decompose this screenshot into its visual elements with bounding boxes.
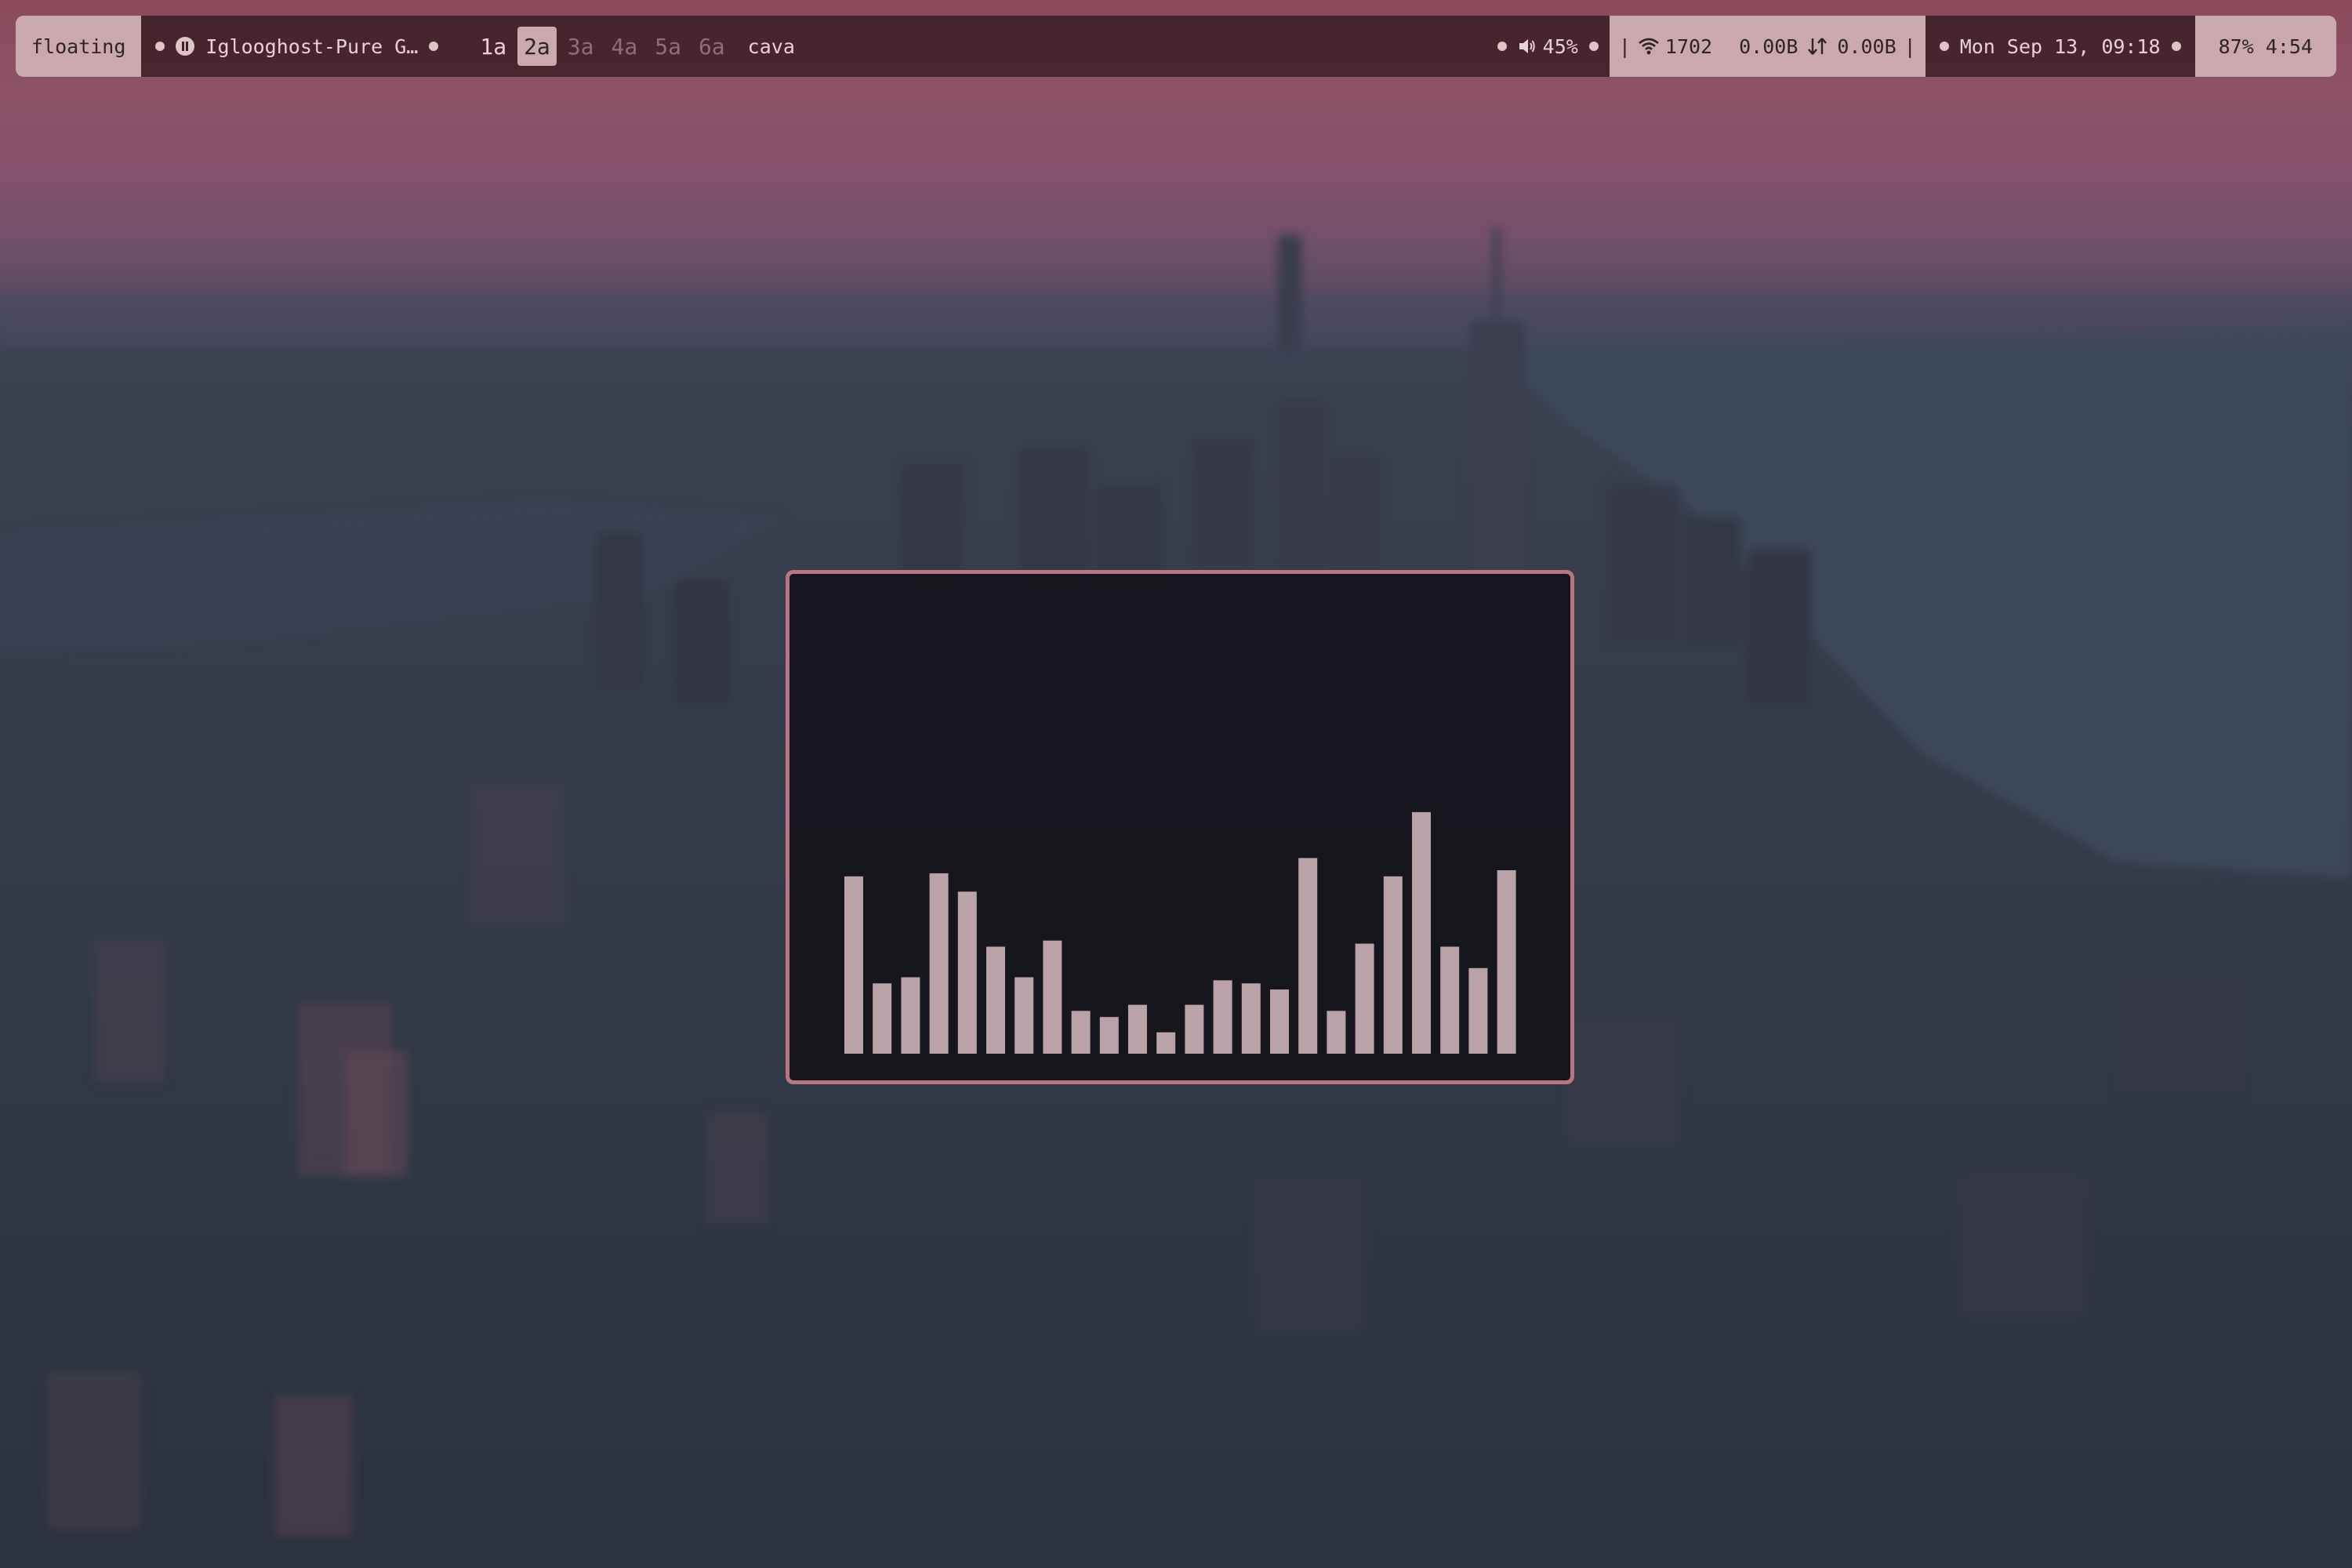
- cava-bar-21: [1440, 946, 1460, 1054]
- layout-mode-label: floating: [31, 34, 126, 58]
- separator-dot-icon: [1588, 42, 1599, 51]
- net-up-rate: 0.00B: [1837, 34, 1896, 58]
- cava-bar-11: [1156, 1032, 1176, 1054]
- workspace-2a[interactable]: 2a: [517, 27, 557, 66]
- up-down-arrows-icon: [1807, 37, 1828, 56]
- workspace-6a[interactable]: 6a: [692, 27, 731, 66]
- separator-dot-icon: [429, 42, 439, 51]
- separator-dot-icon: [2171, 42, 2181, 51]
- cava-bar-1: [873, 983, 892, 1054]
- workspace-4a[interactable]: 4a: [605, 27, 644, 66]
- top-status-bar: floating Iglooghost-Pure G… 1a 2a 3a 4a …: [16, 16, 2336, 77]
- date-time: Mon Sep 13, 09:18: [1959, 34, 2161, 58]
- cava-bar-13: [1213, 980, 1232, 1054]
- cava-bar-5: [986, 946, 1005, 1054]
- cava-bar-12: [1185, 1004, 1204, 1054]
- cava-bar-10: [1128, 1004, 1147, 1054]
- cava-bar-8: [1071, 1011, 1091, 1054]
- workspace-5a[interactable]: 5a: [648, 27, 688, 66]
- pause-icon[interactable]: [176, 37, 195, 56]
- cava-bar-0: [844, 876, 863, 1054]
- cava-bar-18: [1355, 943, 1374, 1054]
- volume-value: 45%: [1542, 34, 1578, 58]
- cava-bar-7: [1043, 940, 1062, 1054]
- separator-dot-icon: [155, 42, 165, 51]
- bar-spacer: [795, 16, 1486, 77]
- separator-dot-icon: [1497, 42, 1507, 51]
- focused-window-title: cava: [747, 34, 795, 58]
- cava-bar-22: [1468, 967, 1488, 1054]
- cava-window[interactable]: [786, 570, 1574, 1084]
- cava-bar-16: [1298, 858, 1318, 1054]
- cava-bar-15: [1270, 989, 1289, 1054]
- speaker-icon: [1518, 38, 1537, 55]
- workspace-1a[interactable]: 1a: [474, 27, 513, 66]
- media-title: Iglooghost-Pure G…: [205, 34, 419, 58]
- volume-module[interactable]: 45%: [1486, 16, 1610, 77]
- clock-module[interactable]: Mon Sep 13, 09:18: [1926, 16, 2195, 77]
- cava-bar-6: [1014, 977, 1034, 1054]
- separator-pipe: |: [1904, 34, 1916, 58]
- wifi-icon: [1639, 38, 1659, 55]
- cava-bar-9: [1099, 1017, 1119, 1054]
- net-down-rate: 0.00B: [1739, 34, 1798, 58]
- battery-module[interactable]: 87% 4:54: [2194, 16, 2336, 77]
- media-module[interactable]: Iglooghost-Pure G…: [141, 16, 449, 77]
- cava-bar-3: [929, 873, 949, 1054]
- cava-bar-19: [1383, 876, 1403, 1054]
- layout-mode-indicator[interactable]: floating: [16, 16, 142, 77]
- cava-visualizer: [844, 811, 1516, 1054]
- workspaces: 1a 2a 3a 4a 5a 6a cava: [471, 16, 795, 77]
- wifi-ssid: 1702: [1664, 34, 1713, 58]
- cava-bar-4: [957, 891, 977, 1054]
- cava-bar-17: [1327, 1011, 1346, 1054]
- cava-bar-2: [901, 977, 920, 1054]
- network-module[interactable]: | 1702 0.00B 0.00B |: [1609, 16, 1926, 77]
- cava-bar-14: [1241, 983, 1261, 1054]
- separator-pipe: |: [1618, 34, 1631, 58]
- cava-bar-23: [1497, 870, 1516, 1054]
- cava-bar-20: [1412, 811, 1431, 1054]
- battery-status: 87% 4:54: [2218, 34, 2313, 58]
- separator-dot-icon: [1939, 42, 1949, 51]
- workspace-3a[interactable]: 3a: [561, 27, 601, 66]
